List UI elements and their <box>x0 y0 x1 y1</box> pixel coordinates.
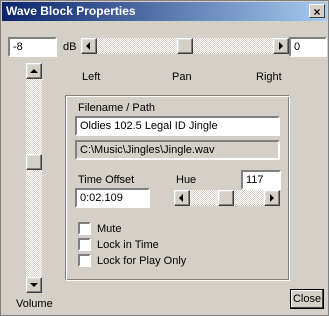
volume-scroll-up-button[interactable] <box>26 63 42 79</box>
pan-scroll-thumb[interactable] <box>177 38 193 54</box>
path-field: C:\Music\Jingles\Jingle.wav <box>75 140 280 160</box>
close-button[interactable]: Close <box>290 289 324 309</box>
lock-in-time-checkbox[interactable] <box>78 238 91 251</box>
db-input[interactable]: -8 <box>8 37 57 57</box>
hue-scroll-left-button[interactable] <box>174 190 190 206</box>
volume-label: Volume <box>16 298 53 310</box>
pan-scroll-left-button[interactable] <box>81 38 97 54</box>
hue-scroll-right-button[interactable] <box>264 190 280 206</box>
mute-label: Mute <box>97 223 122 235</box>
lock-for-play-only-checkbox[interactable] <box>78 254 91 267</box>
lock-in-time-label: Lock in Time <box>97 239 159 251</box>
arrow-right-icon <box>279 42 283 50</box>
volume-scrollbar[interactable] <box>26 63 42 293</box>
pan-value-input[interactable]: 0 <box>289 37 327 57</box>
title-bar: Wave Block Properties × <box>2 2 327 21</box>
filename-path-label: Filename / Path <box>78 102 156 114</box>
arrow-up-icon <box>30 69 38 73</box>
volume-scroll-down-button[interactable] <box>26 277 42 293</box>
arrow-left-icon <box>86 42 90 50</box>
hue-label: Hue <box>176 174 197 186</box>
window-title: Wave Block Properties <box>6 4 136 18</box>
arrow-down-icon <box>30 283 38 287</box>
hue-input[interactable]: 117 <box>241 170 281 190</box>
pan-left-label: Left <box>82 71 101 83</box>
arrow-right-icon <box>270 194 274 202</box>
arrow-left-icon <box>179 194 183 202</box>
pan-scroll-right-button[interactable] <box>273 38 289 54</box>
hue-scroll-thumb[interactable] <box>218 190 234 206</box>
db-unit-label: dB <box>63 41 77 53</box>
time-offset-input[interactable]: 0:02.109 <box>75 188 150 208</box>
filename-input[interactable]: Oldies 102.5 Legal ID Jingle <box>75 116 280 136</box>
lock-for-play-only-label: Lock for Play Only <box>97 255 187 267</box>
pan-right-label: Right <box>256 71 282 83</box>
volume-scroll-thumb[interactable] <box>26 154 42 170</box>
wave-block-properties-window: Wave Block Properties × -8 dB 0 Volume L… <box>0 0 329 316</box>
window-close-button[interactable]: × <box>309 4 325 19</box>
pan-center-label: Pan <box>172 71 192 83</box>
time-offset-label: Time Offset <box>78 174 135 186</box>
mute-checkbox[interactable] <box>78 222 91 235</box>
